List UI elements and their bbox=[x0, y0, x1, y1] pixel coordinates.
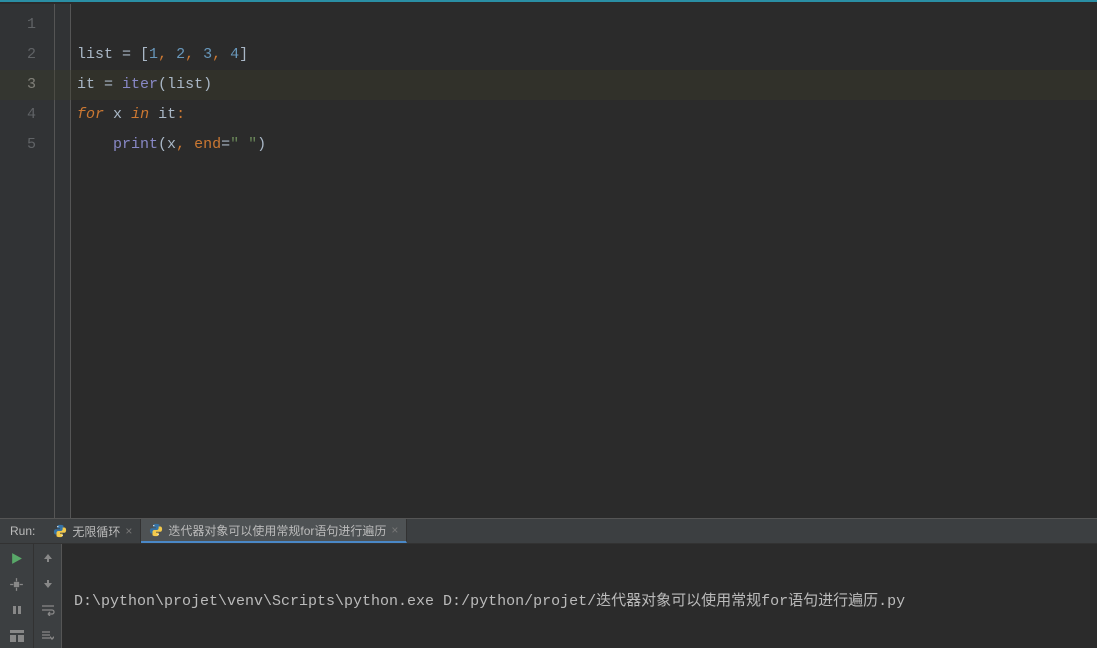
str: " " bbox=[230, 136, 257, 153]
soft-wrap-icon[interactable] bbox=[39, 601, 57, 619]
builtin: iter bbox=[122, 76, 158, 93]
tab-label: 无限循环 bbox=[72, 523, 120, 540]
var-it: it bbox=[158, 106, 176, 123]
pause-button[interactable] bbox=[8, 601, 26, 619]
arg: x bbox=[167, 136, 176, 153]
var: list bbox=[77, 46, 113, 63]
eq: = bbox=[221, 136, 230, 153]
python-icon bbox=[53, 524, 67, 538]
line-number: 2 bbox=[0, 40, 54, 70]
code-line-2: list = [1, 2, 3, 4] bbox=[71, 40, 1097, 70]
python-icon bbox=[149, 523, 163, 537]
comma: , bbox=[212, 46, 230, 63]
code-line-3: it = iter(list) bbox=[71, 70, 1097, 100]
editor-area: 1 2 3 4 5 list = [1, 2, 3, 4] it = iter(… bbox=[0, 4, 1097, 518]
code-editor[interactable]: list = [1, 2, 3, 4] it = iter(list) for … bbox=[71, 4, 1097, 518]
num: 2 bbox=[176, 46, 185, 63]
builtin: print bbox=[113, 136, 158, 153]
line-number: 1 bbox=[0, 10, 54, 40]
run-tool-window-header: Run: 无限循环 × 迭代器对象可以使用常规for语句进行遍历 × bbox=[0, 518, 1097, 544]
paren: ) bbox=[257, 136, 266, 153]
paren: ) bbox=[203, 76, 212, 93]
var-x: x bbox=[113, 106, 122, 123]
paren: ( bbox=[158, 136, 167, 153]
comma: , bbox=[185, 46, 203, 63]
paren: ( bbox=[158, 76, 167, 93]
kwarg: end bbox=[194, 136, 221, 153]
num: 3 bbox=[203, 46, 212, 63]
code-line-1 bbox=[71, 10, 1097, 40]
num: 1 bbox=[149, 46, 158, 63]
op: = bbox=[113, 46, 140, 63]
comma: , bbox=[176, 136, 194, 153]
num: 4 bbox=[230, 46, 239, 63]
run-tab[interactable]: 无限循环 × bbox=[45, 519, 141, 543]
console-area: D:\python\projet\venv\Scripts\python.exe… bbox=[0, 544, 1097, 648]
close-icon[interactable]: × bbox=[125, 524, 132, 538]
code-line-5: print(x, end=" ") bbox=[71, 130, 1097, 160]
scroll-to-end-icon[interactable] bbox=[39, 627, 57, 645]
bracket: ] bbox=[239, 46, 248, 63]
comma: , bbox=[158, 46, 176, 63]
console-output[interactable]: D:\python\projet\venv\Scripts\python.exe… bbox=[62, 544, 1097, 648]
down-arrow-icon[interactable] bbox=[39, 575, 57, 593]
bracket: [ bbox=[140, 46, 149, 63]
var: it bbox=[77, 76, 95, 93]
console-cmd: D:\python\projet\venv\Scripts\python.exe… bbox=[74, 588, 1085, 616]
console-toolbar-left bbox=[0, 544, 34, 648]
kw-for: for bbox=[77, 106, 104, 123]
rerun-button[interactable] bbox=[8, 549, 26, 567]
code-lines: list = [1, 2, 3, 4] it = iter(list) for … bbox=[71, 10, 1097, 160]
run-label: Run: bbox=[0, 524, 45, 538]
line-number: 4 bbox=[0, 100, 54, 130]
code-line-4: for x in it: bbox=[71, 100, 1097, 130]
layout-button[interactable] bbox=[8, 627, 26, 645]
close-icon[interactable]: × bbox=[391, 523, 398, 537]
kw-in: in bbox=[131, 106, 149, 123]
stop-button[interactable] bbox=[8, 575, 26, 593]
up-arrow-icon[interactable] bbox=[39, 549, 57, 567]
indent-guide bbox=[77, 136, 113, 153]
line-number: 5 bbox=[0, 130, 54, 160]
sp bbox=[104, 106, 113, 123]
console-toolbar-right bbox=[34, 544, 62, 648]
op: = bbox=[95, 76, 122, 93]
arg: list bbox=[167, 76, 203, 93]
sp bbox=[149, 106, 158, 123]
run-tab-active[interactable]: 迭代器对象可以使用常规for语句进行遍历 × bbox=[141, 519, 407, 543]
tab-label: 迭代器对象可以使用常规for语句进行遍历 bbox=[168, 522, 386, 539]
colon: : bbox=[176, 106, 185, 123]
sp bbox=[122, 106, 131, 123]
